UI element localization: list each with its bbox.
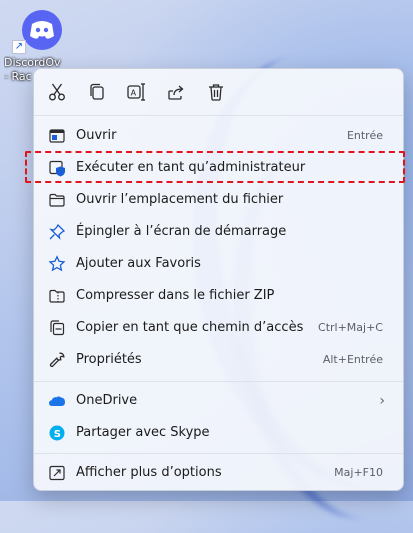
star-icon bbox=[48, 255, 66, 273]
cut-icon[interactable] bbox=[46, 81, 68, 103]
menu-item-add-to-favorites[interactable]: Ajouter aux Favoris bbox=[38, 249, 399, 279]
chevron-right-icon: › bbox=[379, 393, 385, 409]
menu-item-label: Compresser dans le fichier ZIP bbox=[76, 288, 275, 303]
menu-item-shortcut: Maj+F10 bbox=[334, 466, 383, 479]
shortcut-arrow-icon: ↗ bbox=[12, 40, 26, 54]
menu-item-label: Ouvrir bbox=[76, 128, 117, 143]
menu-item-properties[interactable]: Propriétés Alt+Entrée bbox=[38, 345, 399, 375]
menu-item-label: Ouvrir l’emplacement du fichier bbox=[76, 192, 284, 207]
menu-item-open-file-location[interactable]: Ouvrir l’emplacement du fichier bbox=[38, 185, 399, 215]
menu-item-shortcut: Entrée bbox=[346, 129, 383, 142]
menu-item-share-skype[interactable]: S Partager avec Skype bbox=[38, 418, 399, 448]
svg-text:S: S bbox=[54, 429, 61, 440]
menu-divider bbox=[34, 453, 403, 454]
menu-item-label: Copier en tant que chemin d’accès bbox=[76, 320, 304, 335]
context-menu-toolbar: A bbox=[34, 69, 403, 115]
toolbar-divider bbox=[34, 115, 403, 116]
menu-item-label: OneDrive bbox=[76, 393, 138, 408]
svg-text:A: A bbox=[131, 89, 137, 98]
menu-item-label: Épingler à l’écran de démarrage bbox=[76, 224, 287, 239]
open-window-icon bbox=[48, 127, 66, 145]
menu-item-shortcut: Ctrl+Maj+C bbox=[318, 321, 383, 334]
folder-icon bbox=[48, 191, 66, 209]
menu-item-pin-to-start[interactable]: Épingler à l’écran de démarrage bbox=[38, 217, 399, 247]
menu-item-copy-as-path[interactable]: Copier en tant que chemin d’accès Ctrl+M… bbox=[38, 313, 399, 343]
context-menu: A Ouvrir Entrée Exécuter en tant qu’admi… bbox=[33, 68, 404, 491]
pin-icon bbox=[48, 223, 66, 241]
delete-icon[interactable] bbox=[205, 81, 227, 103]
zip-icon bbox=[48, 287, 66, 305]
menu-item-label: Partager avec Skype bbox=[76, 425, 210, 440]
discord-icon bbox=[22, 10, 62, 50]
copy-icon[interactable] bbox=[86, 81, 108, 103]
share-icon[interactable] bbox=[165, 81, 187, 103]
run-as-admin-highlight bbox=[25, 151, 405, 183]
copy-path-icon bbox=[48, 319, 66, 337]
menu-item-label: Ajouter aux Favoris bbox=[76, 256, 201, 271]
menu-item-shortcut: Alt+Entrée bbox=[322, 353, 383, 366]
menu-item-label: Afficher plus d’options bbox=[76, 465, 222, 480]
cloud-icon bbox=[48, 392, 66, 410]
menu-item-show-more-options[interactable]: Afficher plus d’options Maj+F10 bbox=[38, 458, 399, 488]
skype-icon: S bbox=[48, 424, 66, 442]
menu-divider bbox=[34, 381, 403, 382]
menu-item-open[interactable]: Ouvrir Entrée bbox=[38, 121, 399, 151]
more-options-icon bbox=[48, 464, 66, 482]
wrench-icon bbox=[48, 351, 66, 369]
rename-icon[interactable]: A bbox=[125, 81, 147, 103]
menu-item-onedrive[interactable]: OneDrive › bbox=[38, 386, 399, 416]
menu-item-label: Propriétés bbox=[76, 352, 142, 367]
menu-item-compress-zip[interactable]: Compresser dans le fichier ZIP bbox=[38, 281, 399, 311]
